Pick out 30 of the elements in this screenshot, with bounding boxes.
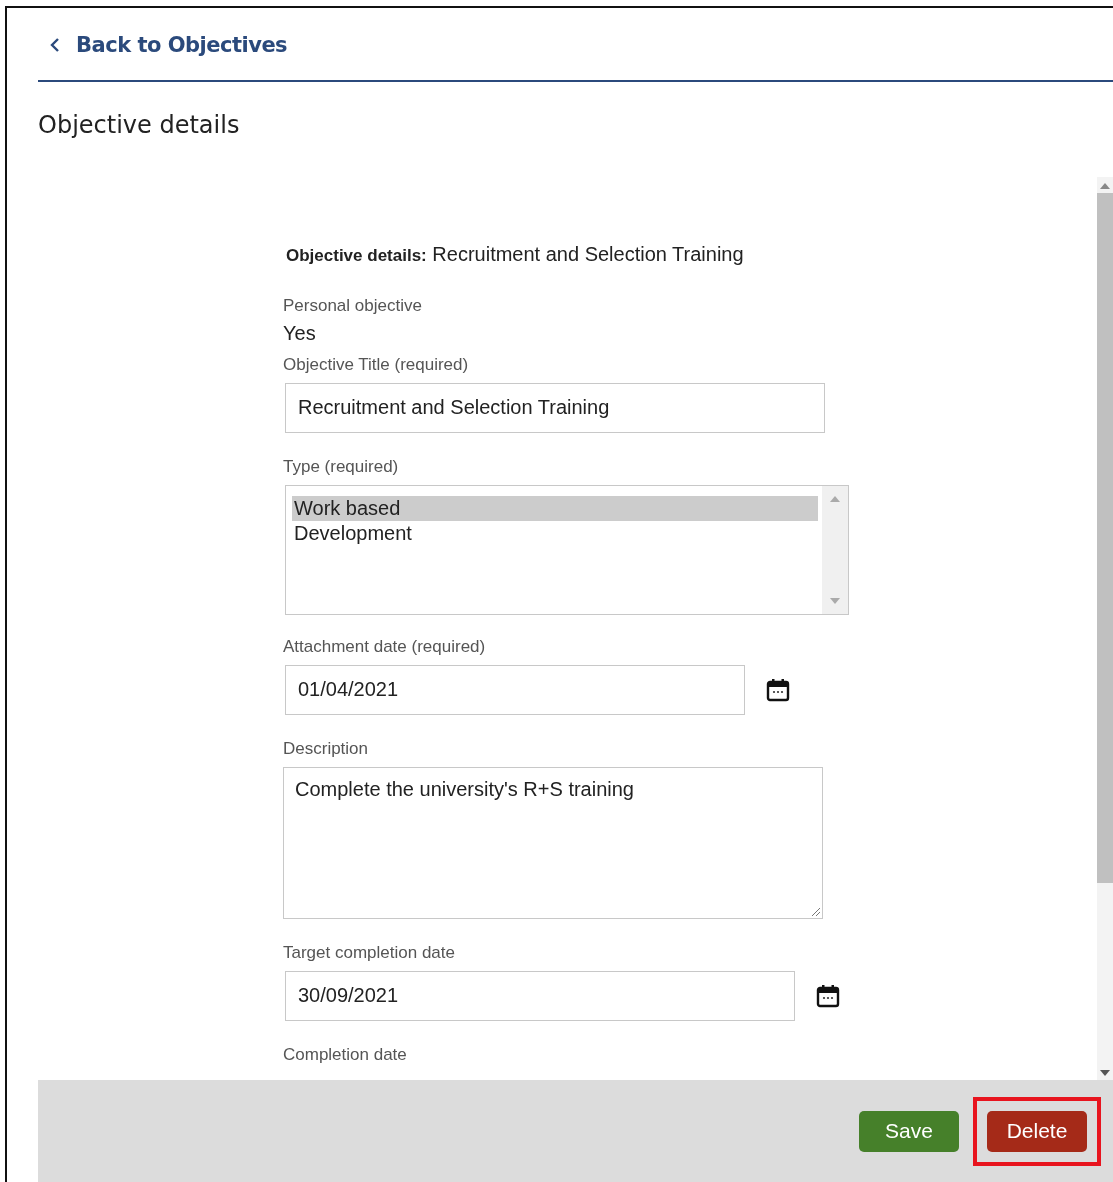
scrollbar[interactable]: [1097, 177, 1113, 1080]
date-input[interactable]: 30/09/2021: [285, 971, 795, 1021]
date-input[interactable]: 01/04/2021: [285, 665, 745, 715]
field-label: Personal objective: [283, 296, 423, 316]
scroll-up-icon[interactable]: [830, 496, 840, 502]
scrollbar-thumb[interactable]: [1097, 193, 1113, 883]
field-value: Yes: [283, 322, 317, 345]
field-label: Type (required): [283, 457, 400, 477]
field-label: Objective Title (required): [283, 355, 470, 375]
description-textarea[interactable]: Complete the university's R+S training: [283, 767, 823, 919]
list-option[interactable]: Development: [292, 521, 818, 546]
scrollbar[interactable]: [822, 486, 848, 614]
scroll-up-icon[interactable]: [1100, 183, 1110, 189]
chevron-left-icon: [50, 38, 60, 52]
calendar-icon[interactable]: [765, 677, 791, 703]
field-label: Attachment date (required): [283, 637, 487, 657]
field-label: Description: [283, 739, 370, 759]
type-listbox[interactable]: Work based Development: [285, 485, 849, 615]
field-label: Target completion date: [283, 943, 456, 963]
list-option[interactable]: Work based: [292, 496, 818, 521]
field-label: Completion date: [283, 1045, 408, 1065]
page-title: Objective details: [38, 111, 241, 141]
save-button[interactable]: Save: [859, 1110, 959, 1152]
scroll-down-icon[interactable]: [1100, 1070, 1110, 1076]
resize-grip-icon[interactable]: [810, 906, 820, 916]
title-input[interactable]: Recruitment and Selection Training: [285, 383, 825, 433]
form-heading: Objective details: Recruitment and Selection Training: [286, 243, 745, 266]
calendar-icon[interactable]: [815, 983, 841, 1009]
delete-button[interactable]: Delete: [987, 1110, 1087, 1152]
back-link[interactable]: Back to Objectives: [50, 33, 288, 57]
